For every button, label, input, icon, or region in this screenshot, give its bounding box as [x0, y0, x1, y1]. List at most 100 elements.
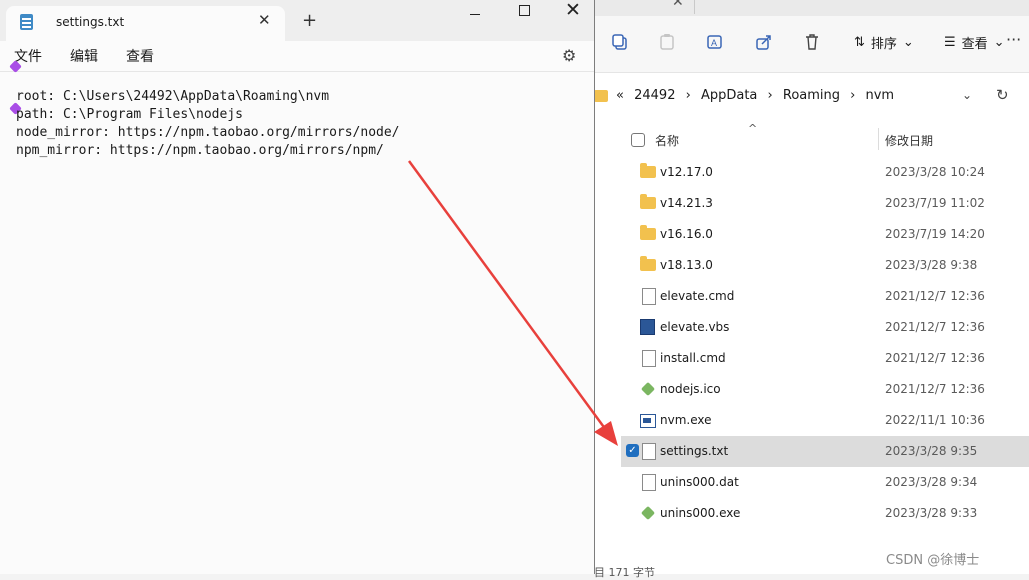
maximize-icon[interactable]: [519, 5, 530, 16]
watermark: CSDN @徐博士: [886, 553, 980, 568]
tab-separator: [694, 0, 695, 14]
file-date: 2023/7/19 11:02: [885, 196, 985, 210]
text-file-icon: [642, 443, 656, 460]
file-row[interactable]: v16.16.0 2023/7/19 14:20: [594, 219, 1029, 250]
file-date: 2023/3/28 9:33: [885, 506, 978, 520]
close-window-icon[interactable]: ✕: [565, 0, 581, 21]
menu-view[interactable]: 查看: [126, 46, 154, 66]
file-name: install.cmd: [660, 351, 726, 365]
svg-text:A: A: [711, 38, 717, 48]
column-header-name[interactable]: 名称: [655, 132, 679, 149]
blank-file-icon: [642, 474, 656, 491]
gear-icon[interactable]: ⚙: [562, 46, 576, 65]
breadcrumb-separator: ›: [685, 88, 691, 103]
file-row[interactable]: nvm.exe 2022/11/1 10:36: [594, 405, 1029, 436]
folder-icon: [594, 90, 608, 102]
tab-close-icon[interactable]: ✕: [258, 11, 271, 29]
breadcrumb: « 24492 › AppData › Roaming › nvm: [616, 88, 900, 103]
folder-icon: [640, 194, 656, 209]
file-row[interactable]: elevate.cmd 2021/12/7 12:36: [594, 281, 1029, 312]
sort-button[interactable]: ⇅ 排序 ⌄: [854, 32, 914, 52]
file-date: 2021/12/7 12:36: [885, 382, 985, 396]
editor-line: root: C:\Users\24492\AppData\Roaming\nvm: [16, 89, 330, 104]
vbs-script-icon: [640, 319, 655, 335]
notepad-title-bar: settings.txt ✕ + ✕: [0, 0, 594, 41]
menu-edit[interactable]: 编辑: [70, 46, 98, 66]
file-date: 2023/3/28 9:38: [885, 258, 978, 272]
file-date: 2023/3/28 10:24: [885, 165, 985, 179]
notepad-window: settings.txt ✕ + ✕ 文件 编辑 查看 ⚙ root: C:\U…: [0, 0, 595, 574]
file-name: nodejs.ico: [660, 382, 721, 396]
new-tab-button[interactable]: +: [302, 10, 317, 31]
file-row[interactable]: unins000.dat 2023/3/28 9:34: [594, 467, 1029, 498]
file-row-selected[interactable]: ✓ settings.txt 2023/3/28 9:35: [621, 436, 1029, 467]
cmd-file-icon: [642, 350, 656, 367]
chevron-down-icon: ⌄: [993, 34, 1005, 50]
editor-line: path: C:\Program Files\nodejs: [16, 107, 243, 122]
refresh-icon[interactable]: ↻: [996, 86, 1009, 104]
status-bar-text: 目 171 字节: [594, 566, 655, 579]
editor-line: npm_mirror: https://npm.taobao.org/mirro…: [16, 143, 384, 158]
copy-icon[interactable]: [610, 32, 630, 52]
file-name: settings.txt: [660, 444, 729, 458]
nodejs-icon: [640, 381, 656, 397]
menu-bar: 文件 编辑 查看 ⚙: [0, 41, 594, 72]
file-row[interactable]: unins000.exe 2023/3/28 9:33: [594, 498, 1029, 529]
file-name: elevate.vbs: [660, 320, 730, 334]
file-list: v12.17.0 2023/3/28 10:24 v14.21.3 2023/7…: [594, 157, 1029, 529]
tab-title: settings.txt: [56, 15, 125, 29]
file-name: nvm.exe: [660, 413, 712, 427]
nodejs-icon: [640, 505, 656, 521]
minimize-icon[interactable]: [470, 14, 480, 15]
file-row[interactable]: elevate.vbs 2021/12/7 12:36: [594, 312, 1029, 343]
select-all-checkbox[interactable]: [631, 133, 645, 147]
file-name: v18.13.0: [660, 258, 713, 272]
row-checkbox[interactable]: ✓: [626, 444, 639, 457]
notepad-app-icon: [20, 14, 33, 30]
file-date: 2023/7/19 14:20: [885, 227, 985, 241]
breadcrumb-item-24492[interactable]: 24492: [634, 88, 675, 103]
breadcrumb-overflow[interactable]: «: [616, 88, 624, 103]
editor-line: node_mirror: https://npm.taobao.org/mirr…: [16, 125, 400, 140]
breadcrumb-item-roaming[interactable]: Roaming: [783, 88, 840, 103]
address-history-chevron-icon[interactable]: ⌄: [962, 88, 972, 102]
column-header-date-modified[interactable]: 修改日期: [885, 132, 933, 149]
explorer-tab-close-button[interactable]: ✕: [672, 0, 684, 10]
file-row[interactable]: nodejs.ico 2021/12/7 12:36: [594, 374, 1029, 405]
delete-icon[interactable]: [802, 32, 822, 52]
folder-icon: [640, 225, 656, 240]
sort-ascending-icon: ^: [748, 122, 758, 135]
file-date: 2021/12/7 12:36: [885, 320, 985, 334]
breadcrumb-separator: ›: [850, 88, 856, 103]
cmd-file-icon: [642, 288, 656, 305]
sort-label: 排序: [870, 36, 897, 52]
column-divider[interactable]: [878, 128, 879, 150]
file-date: 2022/11/1 10:36: [885, 413, 985, 427]
text-editor[interactable]: root: C:\Users\24492\AppData\Roaming\nvm…: [16, 88, 400, 160]
file-row[interactable]: v12.17.0 2023/3/28 10:24: [594, 157, 1029, 188]
notepad-tab[interactable]: settings.txt ✕: [6, 6, 285, 41]
file-date: 2023/3/28 9:35: [885, 444, 978, 458]
breadcrumb-item-nvm[interactable]: nvm: [866, 88, 895, 103]
file-row[interactable]: install.cmd 2021/12/7 12:36: [594, 343, 1029, 374]
chevron-down-icon: ⌄: [902, 34, 914, 50]
file-date: 2021/12/7 12:36: [885, 351, 985, 365]
breadcrumb-item-appdata[interactable]: AppData: [701, 88, 757, 103]
view-icon: ☰: [944, 34, 956, 50]
file-date: 2021/12/7 12:36: [885, 289, 985, 303]
explorer-toolbar: A ⇅ 排序 ⌄ ☰ 查看 ⌄ ···: [594, 16, 1029, 73]
paste-icon[interactable]: [657, 32, 677, 52]
view-button[interactable]: ☰ 查看 ⌄: [944, 32, 1005, 52]
file-name: v14.21.3: [660, 196, 713, 210]
more-options-icon[interactable]: ···: [1006, 30, 1021, 49]
share-icon[interactable]: [754, 32, 774, 52]
breadcrumb-separator: ›: [767, 88, 773, 103]
file-row[interactable]: v14.21.3 2023/7/19 11:02: [594, 188, 1029, 219]
file-name: v12.17.0: [660, 165, 713, 179]
address-bar[interactable]: « 24492 › AppData › Roaming › nvm ⌄ ↻: [594, 82, 1029, 110]
rename-icon[interactable]: A: [705, 32, 725, 52]
file-row[interactable]: v18.13.0 2023/3/28 9:38: [594, 250, 1029, 281]
folder-icon: [640, 163, 656, 178]
file-name: unins000.dat: [660, 475, 739, 489]
exe-icon: [640, 414, 656, 428]
